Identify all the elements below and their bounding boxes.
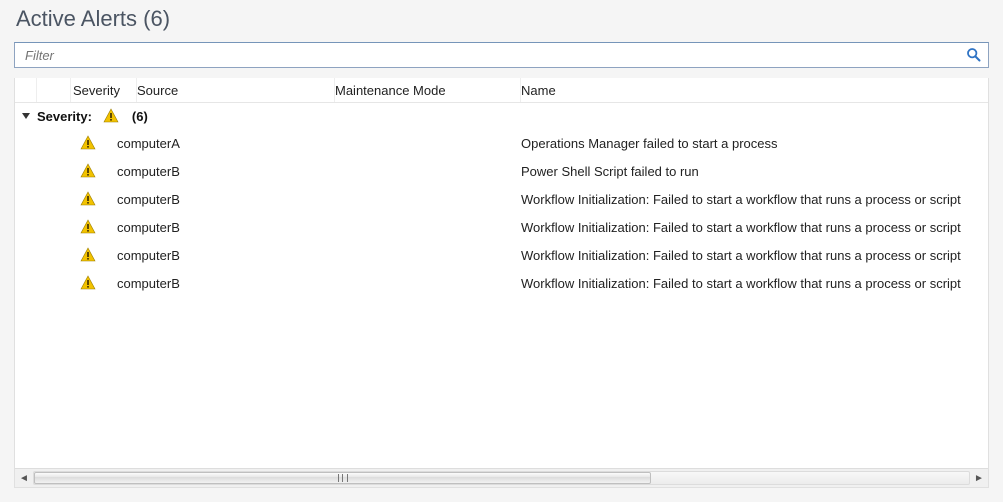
collapse-icon[interactable] [15, 111, 37, 121]
warning-icon [71, 219, 105, 235]
warning-icon [71, 191, 105, 207]
warning-icon [71, 247, 105, 263]
cell-source: computerB [105, 164, 335, 179]
cell-source: computerB [105, 276, 335, 291]
scroll-thumb[interactable] [34, 472, 651, 484]
cell-source: computerB [105, 248, 335, 263]
table-row[interactable]: computerA Operations Manager failed to st… [15, 129, 988, 157]
column-header-row: Severity Source Maintenance Mode Name [15, 78, 988, 103]
warning-icon [71, 275, 105, 291]
warning-icon [71, 163, 105, 179]
column-header-maintenance[interactable]: Maintenance Mode [335, 78, 521, 102]
alerts-grid: Severity Source Maintenance Mode Name Se… [14, 78, 989, 488]
group-header-row[interactable]: Severity: (6) [15, 103, 988, 129]
cell-source: computerB [105, 192, 335, 207]
filter-input[interactable] [23, 42, 966, 68]
column-header-name[interactable]: Name [521, 78, 988, 102]
cell-source: computerB [105, 220, 335, 235]
cell-name: Workflow Initialization: Failed to start… [521, 276, 988, 291]
warning-icon [100, 108, 122, 124]
cell-source: computerA [105, 136, 335, 151]
page-title: Active Alerts (6) [16, 6, 989, 32]
column-header-icon[interactable] [37, 78, 71, 102]
scroll-right-arrow-icon[interactable]: ► [970, 469, 988, 487]
table-row[interactable]: computerB Workflow Initialization: Failed… [15, 185, 988, 213]
warning-icon [71, 135, 105, 151]
cell-name: Workflow Initialization: Failed to start… [521, 248, 988, 263]
filter-bar [14, 42, 989, 68]
column-header-source[interactable]: Source [137, 78, 335, 102]
scroll-track[interactable] [33, 471, 970, 485]
cell-name: Power Shell Script failed to run [521, 164, 988, 179]
table-row[interactable]: computerB Workflow Initialization: Failed… [15, 213, 988, 241]
group-count: (6) [132, 109, 148, 124]
search-icon[interactable] [966, 47, 982, 63]
column-header-expander[interactable] [15, 78, 37, 102]
table-row[interactable]: computerB Workflow Initialization: Failed… [15, 269, 988, 297]
cell-name: Operations Manager failed to start a pro… [521, 136, 988, 151]
cell-name: Workflow Initialization: Failed to start… [521, 192, 988, 207]
horizontal-scrollbar[interactable]: ◄ ► [15, 468, 988, 487]
table-row[interactable]: computerB Power Shell Script failed to ru… [15, 157, 988, 185]
scroll-left-arrow-icon[interactable]: ◄ [15, 469, 33, 487]
table-row[interactable]: computerB Workflow Initialization: Failed… [15, 241, 988, 269]
column-header-severity[interactable]: Severity [71, 78, 137, 102]
cell-name: Workflow Initialization: Failed to start… [521, 220, 988, 235]
grid-body: Severity: (6) computerA Operations Manage… [15, 103, 988, 468]
group-label: Severity: [37, 109, 96, 124]
